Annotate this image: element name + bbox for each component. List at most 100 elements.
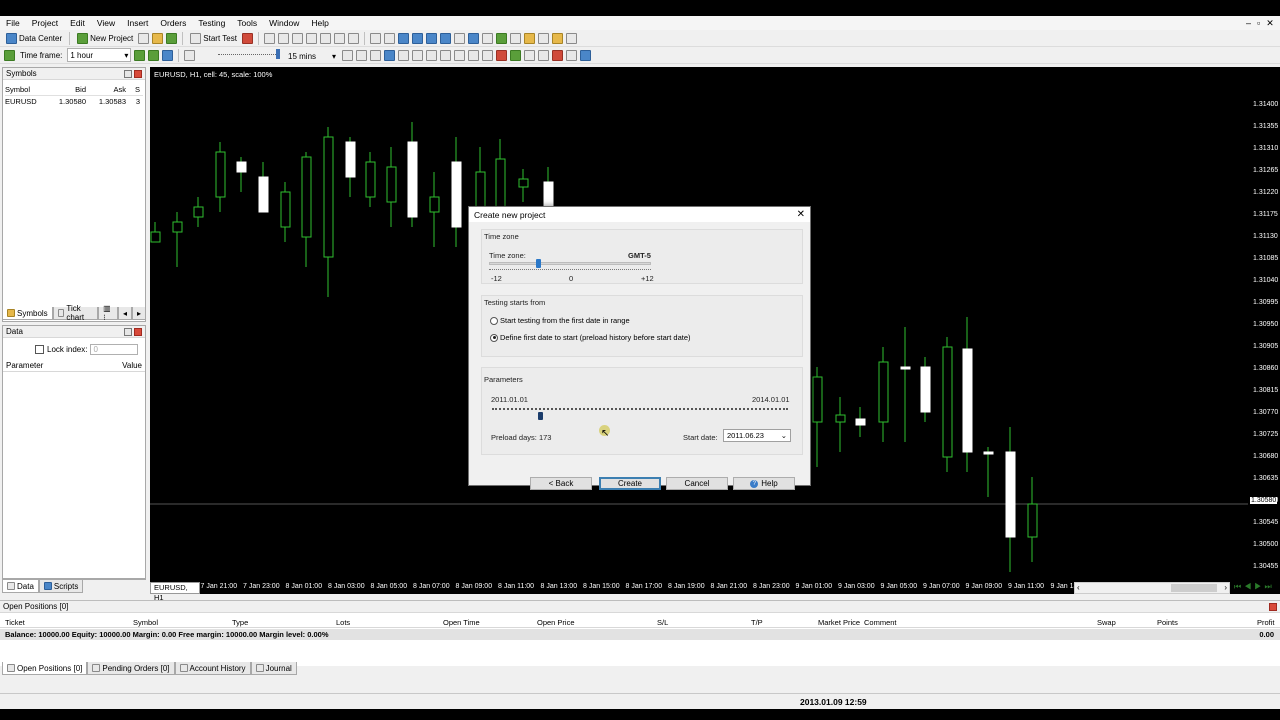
menu-testing[interactable]: Testing: [192, 16, 231, 30]
screenshot-icon[interactable]: [537, 32, 549, 44]
close-icon[interactable]: [134, 327, 142, 336]
page-icon[interactable]: [333, 32, 345, 44]
save-icon[interactable]: [152, 32, 164, 44]
page-icon[interactable]: [291, 32, 303, 44]
positions-column-header[interactable]: T/P: [751, 618, 763, 627]
arrow-down-icon[interactable]: [148, 49, 160, 61]
window-controls[interactable]: –▫✕: [1246, 18, 1280, 29]
scroll-right-icon[interactable]: ›: [1224, 583, 1227, 592]
horizontal-line-icon[interactable]: [426, 50, 437, 61]
table-row[interactable]: EURUSD 1.30580 1.30583 3: [5, 96, 143, 107]
col-spread[interactable]: S: [126, 85, 140, 95]
help-button[interactable]: ? Help: [733, 477, 795, 490]
fibonacci-icon[interactable]: [524, 50, 535, 61]
speed-slider[interactable]: [218, 54, 278, 57]
close-chart-icon[interactable]: [347, 32, 359, 44]
page-icon[interactable]: [277, 32, 289, 44]
shapes-icon[interactable]: [538, 50, 549, 61]
positions-column-header[interactable]: Ticket: [5, 618, 25, 627]
radio-first-date-button[interactable]: [490, 316, 498, 325]
timezone-slider[interactable]: [489, 262, 651, 265]
date-slider-thumb[interactable]: [538, 412, 543, 420]
start-date-picker[interactable]: 2011.06.23 ⌄: [723, 429, 791, 442]
menu-file[interactable]: File: [0, 16, 26, 30]
cancel-button[interactable]: Cancel: [666, 477, 728, 490]
start-test-button[interactable]: Start Test: [188, 31, 239, 45]
tab-pending-orders[interactable]: Pending Orders [0]: [87, 662, 175, 675]
line-chart-icon[interactable]: [453, 32, 465, 44]
tick-select[interactable]: 15 mins ▾: [286, 49, 338, 63]
col-symbol[interactable]: Symbol: [5, 85, 50, 95]
vertical-line-icon[interactable]: [412, 50, 423, 61]
positions-column-header[interactable]: Market Price: [818, 618, 860, 627]
page-icon[interactable]: [305, 32, 317, 44]
menu-orders[interactable]: Orders: [154, 16, 192, 30]
positions-column-header[interactable]: Swap: [1097, 618, 1116, 627]
step-icon[interactable]: [370, 50, 381, 61]
pitchfork-icon[interactable]: [510, 50, 521, 61]
maximize-icon[interactable]: [124, 327, 132, 336]
chart-icon[interactable]: [439, 32, 451, 44]
tab-open-positions[interactable]: Open Positions [0]: [2, 662, 88, 675]
speed-slider-thumb[interactable]: [276, 49, 280, 59]
timeframe-select[interactable]: 1 hour ▾: [67, 48, 132, 62]
lock-index-input[interactable]: 0: [90, 344, 139, 355]
tab-scripts[interactable]: Scripts: [38, 580, 84, 593]
properties-icon[interactable]: [565, 32, 577, 44]
magnet-icon[interactable]: [580, 50, 591, 61]
menu-help[interactable]: Help: [305, 16, 334, 30]
new-project-button[interactable]: New Project: [75, 31, 135, 45]
tile-icon[interactable]: [369, 32, 381, 44]
menu-edit[interactable]: Edit: [64, 16, 91, 30]
grid-icon[interactable]: [425, 32, 437, 44]
positions-column-header[interactable]: Type: [232, 618, 248, 627]
scrollbar-thumb[interactable]: [1171, 584, 1217, 592]
tab-symbols[interactable]: Symbols: [2, 307, 53, 320]
create-button[interactable]: Create: [599, 477, 661, 490]
sync-icon[interactable]: [162, 49, 174, 61]
close-icon[interactable]: [134, 69, 142, 78]
tab-tick-chart[interactable]: Tick chart: [52, 304, 99, 322]
radio-define-date[interactable]: Define first date to start (preload hist…: [490, 333, 691, 342]
crosshair-icon[interactable]: [398, 50, 409, 61]
col-parameter[interactable]: Parameter: [6, 361, 43, 371]
refresh-icon[interactable]: [166, 32, 178, 44]
zoom-out-icon[interactable]: [411, 32, 423, 44]
col-bid[interactable]: Bid: [50, 85, 86, 95]
menu-tools[interactable]: Tools: [231, 16, 263, 30]
positions-column-header[interactable]: Symbol: [133, 618, 158, 627]
step-icon[interactable]: [342, 50, 353, 61]
col-ask[interactable]: Ask: [86, 85, 126, 95]
positions-column-header[interactable]: Profit: [1257, 618, 1275, 627]
back-button[interactable]: < Back: [530, 477, 592, 490]
menu-window[interactable]: Window: [263, 16, 305, 30]
timezone-slider-thumb[interactable]: [536, 259, 541, 268]
positions-column-header[interactable]: Comment: [864, 618, 897, 627]
open-icon[interactable]: [138, 32, 150, 44]
tab-data[interactable]: Data: [2, 580, 39, 593]
close-icon[interactable]: ✕: [797, 209, 805, 220]
pause-icon[interactable]: [184, 49, 196, 61]
ray-icon[interactable]: [454, 50, 465, 61]
chart-tab[interactable]: EURUSD, H1: [150, 582, 200, 602]
page-icon[interactable]: [319, 32, 331, 44]
trendline-icon[interactable]: [440, 50, 451, 61]
col-value[interactable]: Value: [122, 361, 142, 371]
tab-account-history[interactable]: Account History: [174, 662, 251, 675]
cursor-icon[interactable]: [384, 50, 395, 61]
page-icon[interactable]: [263, 32, 275, 44]
positions-column-header[interactable]: S/L: [657, 618, 668, 627]
label-icon[interactable]: [482, 50, 493, 61]
lock-index-checkbox[interactable]: [35, 345, 44, 354]
data-center-button[interactable]: Data Center: [4, 31, 64, 45]
eraser-icon[interactable]: [566, 50, 577, 61]
radio-first-date[interactable]: Start testing from the first date in ran…: [490, 316, 630, 325]
arrow-up-icon[interactable]: [134, 49, 146, 61]
positions-column-header[interactable]: Open Time: [443, 618, 480, 627]
step-icon[interactable]: [356, 50, 367, 61]
scroll-left-icon[interactable]: ‹: [1077, 583, 1080, 592]
tab-more[interactable]: ▥ ⁝: [98, 304, 118, 322]
cascade-icon[interactable]: [383, 32, 395, 44]
template-icon[interactable]: [509, 32, 521, 44]
tab-journal[interactable]: Journal: [250, 662, 297, 675]
